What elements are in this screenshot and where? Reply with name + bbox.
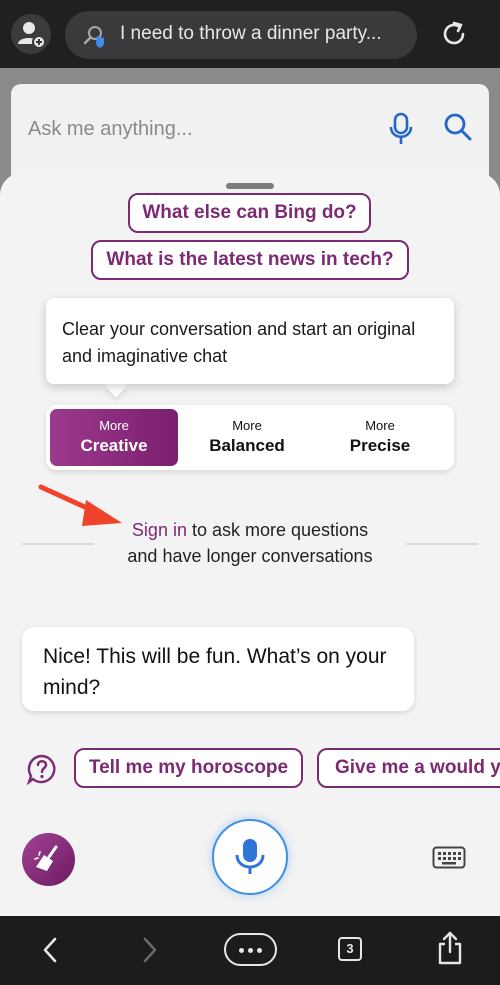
sheet-grabber[interactable] <box>226 183 274 189</box>
new-topic-button[interactable] <box>22 833 75 886</box>
mic-icon <box>235 839 265 874</box>
chat-sheet: What else can Bing do? What is the lates… <box>0 173 500 916</box>
signin-prompt: Sign in to ask more questions and have l… <box>90 517 410 569</box>
signin-text-2: and have longer conversations <box>127 546 373 566</box>
mode-precise[interactable]: More Precise <box>316 409 444 466</box>
conversation-style-selector: More Creative More Balanced More Precise <box>46 405 454 470</box>
suggestion-latest-news[interactable]: What is the latest news in tech? <box>91 240 409 280</box>
share-icon[interactable] <box>436 930 464 966</box>
add-user-button[interactable] <box>11 14 51 54</box>
mode-balanced[interactable]: More Balanced <box>183 409 311 466</box>
divider-left <box>22 543 94 545</box>
mode-creative-small: More <box>99 418 129 433</box>
mode-precise-label: Precise <box>349 436 411 455</box>
address-text: I need to throw a dinner party... <box>120 23 382 44</box>
bot-message: Nice! This will be fun. What’s on your m… <box>22 627 414 711</box>
mode-tooltip: Clear your conversation and start an ori… <box>46 298 454 384</box>
keyboard-icon[interactable] <box>432 845 466 871</box>
suggestion-what-else[interactable]: What else can Bing do? <box>128 193 371 233</box>
browser-top-bar: I need to throw a dinner party... <box>0 0 500 68</box>
broom-icon <box>34 845 58 871</box>
search-icon[interactable] <box>443 112 473 142</box>
tab-count: 3 <box>346 941 354 956</box>
divider-right <box>406 543 478 545</box>
mode-creative[interactable]: More Creative <box>50 409 178 466</box>
address-bar[interactable]: I need to throw a dinner party... <box>65 11 417 59</box>
mode-balanced-small: More <box>232 418 262 433</box>
more-icon[interactable] <box>224 933 277 966</box>
signin-text-1: to ask more questions <box>191 520 369 540</box>
add-user-icon <box>18 22 46 49</box>
help-icon[interactable] <box>26 753 58 785</box>
mode-precise-small: More <box>365 418 395 433</box>
back-icon[interactable] <box>38 933 62 967</box>
signin-link[interactable]: Sign in <box>132 520 187 540</box>
reload-icon[interactable] <box>437 17 471 51</box>
suggestion-horoscope[interactable]: Tell me my horoscope <box>74 748 303 788</box>
forward-icon[interactable] <box>138 933 162 967</box>
browser-toolbar: 3 <box>0 916 500 985</box>
shield-search-icon <box>83 26 104 48</box>
suggestion-would-you-rather[interactable]: Give me a would you rather question <box>317 748 500 788</box>
mic-icon[interactable] <box>389 112 413 146</box>
mode-balanced-label: Balanced <box>209 436 285 455</box>
voice-input-button[interactable] <box>212 819 288 895</box>
tabs-icon[interactable]: 3 <box>338 937 362 961</box>
mode-creative-label: Creative <box>80 436 148 455</box>
search-placeholder: Ask me anything... <box>28 118 193 140</box>
